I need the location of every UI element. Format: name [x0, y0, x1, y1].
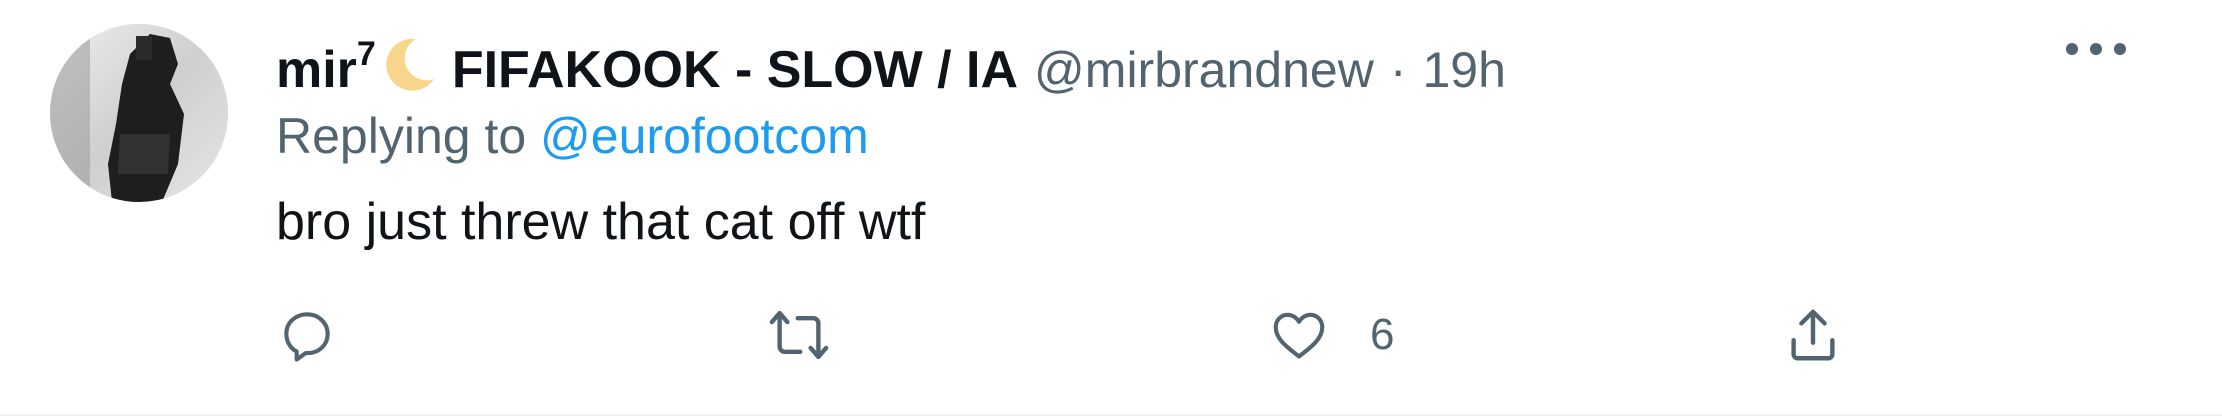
avatar-image	[50, 24, 228, 202]
share-icon	[1791, 309, 1835, 361]
share-button[interactable]	[1782, 300, 1844, 370]
like-button[interactable]: 6	[1268, 300, 1394, 370]
display-name-rest: FIFAKOOK - SLOW / IA	[451, 41, 1019, 99]
heart-icon	[1273, 312, 1325, 359]
tweet-header: mir7 FIFAKOOK - SLOW / IA @mirbrandnew ·…	[276, 18, 2182, 99]
tweet-timestamp[interactable]: 19h	[1422, 34, 1505, 106]
reply-icon	[284, 312, 330, 362]
tweet-content: mir7 FIFAKOOK - SLOW / IA @mirbrandnew ·…	[276, 18, 2182, 254]
retweet-button[interactable]	[768, 300, 830, 370]
reply-button[interactable]	[276, 300, 338, 370]
retweet-icon	[769, 310, 829, 360]
tweet-card[interactable]: mir7 FIFAKOOK - SLOW / IA @mirbrandnew ·…	[0, 0, 2222, 416]
replying-to-line: Replying to @eurofootcom	[276, 104, 2182, 168]
tweet-text: bro just threw that cat off wtf	[276, 193, 926, 251]
replying-prefix: Replying to	[276, 108, 541, 164]
display-name-superscript: 7	[356, 35, 376, 73]
separator-dot: ·	[1389, 42, 1407, 98]
more-dot-icon	[2090, 43, 2102, 55]
more-options-button[interactable]	[2066, 34, 2126, 64]
like-count: 6	[1370, 310, 1395, 359]
crescent-moon-icon	[382, 35, 438, 95]
tweet-actions-bar: 6	[276, 300, 1876, 370]
display-name-text: mir	[276, 41, 357, 99]
more-dot-icon	[2114, 43, 2126, 55]
display-name[interactable]: mir7 FIFAKOOK - SLOW / IA	[276, 18, 1018, 106]
replying-to-mention[interactable]: @eurofootcom	[540, 108, 869, 164]
avatar[interactable]	[50, 24, 228, 202]
user-handle[interactable]: @mirbrandnew	[1034, 34, 1374, 106]
more-dot-icon	[2066, 43, 2078, 55]
